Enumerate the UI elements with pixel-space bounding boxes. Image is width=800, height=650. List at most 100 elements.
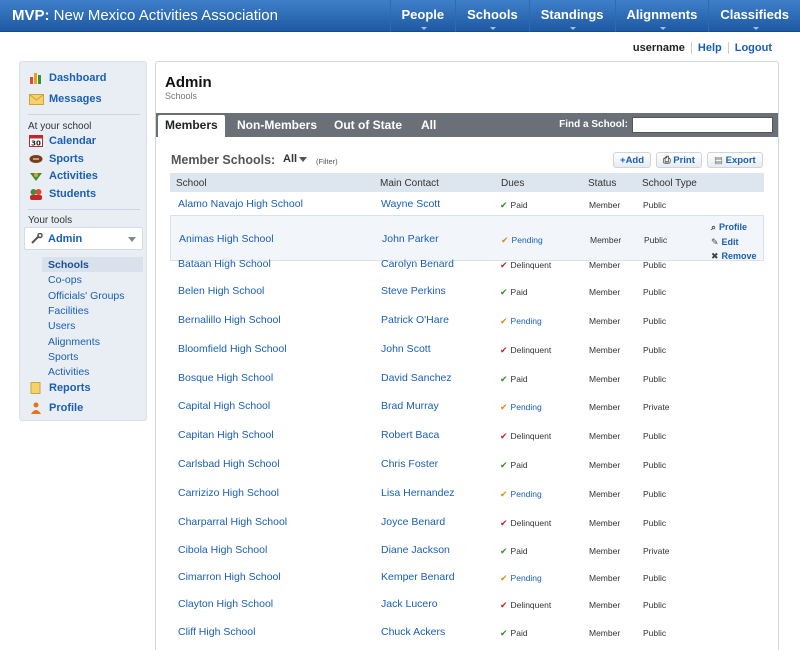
- nav-standings[interactable]: Standings: [528, 0, 615, 32]
- contact-link[interactable]: Robert Baca: [381, 429, 439, 441]
- table-row[interactable]: Carlsbad High School Chris Foster ✔ Paid Mem…: [170, 452, 764, 481]
- school-name-link[interactable]: Charparral High School: [178, 516, 287, 528]
- school-name-link[interactable]: Capital High School: [178, 400, 270, 412]
- table-row[interactable]: Cimarron High School Kemper Benard ✔ Pendin…: [170, 565, 764, 592]
- table-row[interactable]: Cliff High School Chuck Ackers ✔ Paid Member…: [170, 620, 764, 647]
- students-icon: [29, 188, 43, 200]
- contact-link[interactable]: David Sanchez: [381, 372, 452, 384]
- nav-people[interactable]: People: [389, 0, 456, 32]
- table-row[interactable]: Charparral High School Joyce Benard ✔ Delin…: [170, 510, 764, 538]
- col-header-contact[interactable]: Main Contact: [380, 178, 439, 189]
- sidebar-item-activities-admin[interactable]: Activities: [48, 366, 89, 378]
- contact-link[interactable]: John Parker: [382, 233, 439, 245]
- tab-members[interactable]: Members: [158, 115, 225, 137]
- table-row[interactable]: Cibola High School Diane Jackson ✔ Paid Memb…: [170, 538, 764, 565]
- membership-status: Member: [589, 260, 621, 270]
- contact-link[interactable]: Wayne Scott: [381, 198, 440, 210]
- nav-schools[interactable]: Schools: [455, 0, 529, 32]
- page-title: Admin: [165, 74, 212, 91]
- contact-link[interactable]: Steve Perkins: [381, 285, 446, 297]
- school-name-link[interactable]: Capitan High School: [178, 429, 274, 441]
- contact-link[interactable]: Lisa Hernandez: [381, 487, 455, 499]
- school-type: Private: [643, 402, 670, 412]
- sidebar-item-sports[interactable]: Sports: [29, 153, 84, 165]
- table-row[interactable]: Bernalillo High School Patrick O'Hare ✔ Pen…: [170, 308, 764, 337]
- print-button[interactable]: ⎙ Print: [656, 152, 702, 168]
- col-header-status[interactable]: Status: [588, 178, 616, 189]
- find-school-input[interactable]: [632, 117, 773, 133]
- school-name-link[interactable]: Clayton High School: [178, 598, 273, 610]
- school-name-link[interactable]: Carlsbad High School: [178, 458, 280, 470]
- table-row[interactable]: Bosque High School David Sanchez ✔ Paid Memb…: [170, 366, 764, 394]
- sidebar-item-reports[interactable]: Reports: [29, 382, 91, 394]
- sidebar-item-officials-groups[interactable]: Officials' Groups: [48, 290, 125, 302]
- table-row[interactable]: Alamo Navajo High School Wayne Scott ✔ Paid…: [170, 192, 764, 215]
- contact-link[interactable]: John Scott: [381, 343, 431, 355]
- contact-link[interactable]: Jack Lucero: [381, 598, 438, 610]
- logout-link[interactable]: Logout: [727, 42, 778, 54]
- contact-link[interactable]: Brad Murray: [381, 400, 439, 412]
- school-name-link[interactable]: Cliff High School: [178, 626, 255, 638]
- member-filter-select[interactable]: All: [283, 153, 308, 165]
- tab-non-members[interactable]: Non-Members: [237, 113, 317, 137]
- sidebar-item-dashboard[interactable]: Dashboard: [29, 72, 106, 84]
- sidebar: Dashboard Messages At your school 30 Cal…: [19, 61, 147, 421]
- sidebar-item-activities[interactable]: Activities: [29, 170, 98, 182]
- sidebar-item-sports-admin[interactable]: Sports: [48, 351, 78, 363]
- sidebar-item-co-ops[interactable]: Co-ops: [48, 274, 82, 286]
- sidebar-item-students[interactable]: Students: [29, 188, 96, 200]
- add-button[interactable]: +Add: [613, 152, 652, 168]
- sidebar-item-facilities[interactable]: Facilities: [48, 305, 89, 317]
- school-name-link[interactable]: Carrizizo High School: [178, 487, 279, 499]
- sidebar-item-schools[interactable]: Schools: [48, 259, 89, 271]
- school-name-link[interactable]: Alamo Navajo High School: [178, 198, 303, 210]
- membership-status: Member: [589, 374, 621, 384]
- school-name-link[interactable]: Bataan High School: [178, 258, 271, 270]
- sidebar-item-messages[interactable]: Messages: [29, 93, 102, 105]
- nav-alignments[interactable]: Alignments: [614, 0, 709, 32]
- contact-link[interactable]: Joyce Benard: [381, 516, 445, 528]
- table-row[interactable]: Carrizizo High School Lisa Hernandez ✔ Pend…: [170, 481, 764, 510]
- profile-action[interactable]: ⌕ Profile: [711, 220, 757, 235]
- contact-link[interactable]: Chuck Ackers: [381, 626, 445, 638]
- contact-link[interactable]: Chris Foster: [381, 458, 438, 470]
- dues-status: ✔ Delinquent: [500, 518, 551, 529]
- contact-link[interactable]: Carolyn Benard: [381, 258, 454, 270]
- col-header-dues[interactable]: Dues: [501, 178, 524, 189]
- col-header-school-type[interactable]: School Type: [642, 178, 697, 189]
- membership-status: Member: [589, 460, 621, 470]
- export-button[interactable]: ▤ Export: [707, 152, 763, 168]
- school-name-link[interactable]: Belen High School: [178, 285, 264, 297]
- col-header-school[interactable]: School: [176, 178, 207, 189]
- school-name-link[interactable]: Bloomfield High School: [178, 343, 287, 355]
- table-row[interactable]: Belen High School Steve Perkins ✔ Paid Membe…: [170, 279, 764, 308]
- sidebar-item-profile[interactable]: Profile: [29, 402, 83, 414]
- contact-link[interactable]: Kemper Benard: [381, 571, 455, 583]
- tab-all[interactable]: All: [421, 113, 436, 137]
- nav-classifieds[interactable]: Classifieds: [708, 0, 800, 32]
- table-row[interactable]: Capital High School Brad Murray ✔ Pending Me…: [170, 394, 764, 423]
- checkmark-icon: ✔: [500, 260, 508, 270]
- contact-link[interactable]: Diane Jackson: [381, 544, 450, 556]
- membership-status: Member: [589, 628, 621, 638]
- school-name-link[interactable]: Cibola High School: [178, 544, 267, 556]
- edit-action[interactable]: ✎ Edit: [711, 235, 757, 250]
- table-row[interactable]: Bloomfield High School John Scott ✔ Delinqu…: [170, 337, 764, 366]
- admin-dropdown[interactable]: Admin: [24, 227, 143, 250]
- tab-out-of-state[interactable]: Out of State: [334, 113, 402, 137]
- sidebar-item-users[interactable]: Users: [48, 320, 75, 332]
- school-name-link[interactable]: Animas High School: [179, 233, 274, 245]
- table-row[interactable]: Clayton High School Jack Lucero ✔ Delinquen…: [170, 592, 764, 620]
- help-link[interactable]: Help: [690, 42, 728, 54]
- checkmark-icon: ✔: [500, 546, 508, 556]
- school-name-link[interactable]: Bosque High School: [178, 372, 273, 384]
- dues-status: ✔ Pending: [500, 402, 542, 413]
- membership-status: Member: [589, 431, 621, 441]
- table-row[interactable]: Capitan High School Robert Baca ✔ Delinquen…: [170, 423, 764, 452]
- contact-link[interactable]: Patrick O'Hare: [381, 314, 449, 326]
- school-name-link[interactable]: Bernalillo High School: [178, 314, 281, 326]
- sidebar-item-alignments[interactable]: Alignments: [48, 336, 100, 348]
- school-name-link[interactable]: Cimarron High School: [178, 571, 281, 583]
- sidebar-item-calendar[interactable]: 30 Calendar: [29, 135, 96, 148]
- table-row[interactable]: Bataan High School Carolyn Benard ✔ Delinqu…: [170, 252, 764, 279]
